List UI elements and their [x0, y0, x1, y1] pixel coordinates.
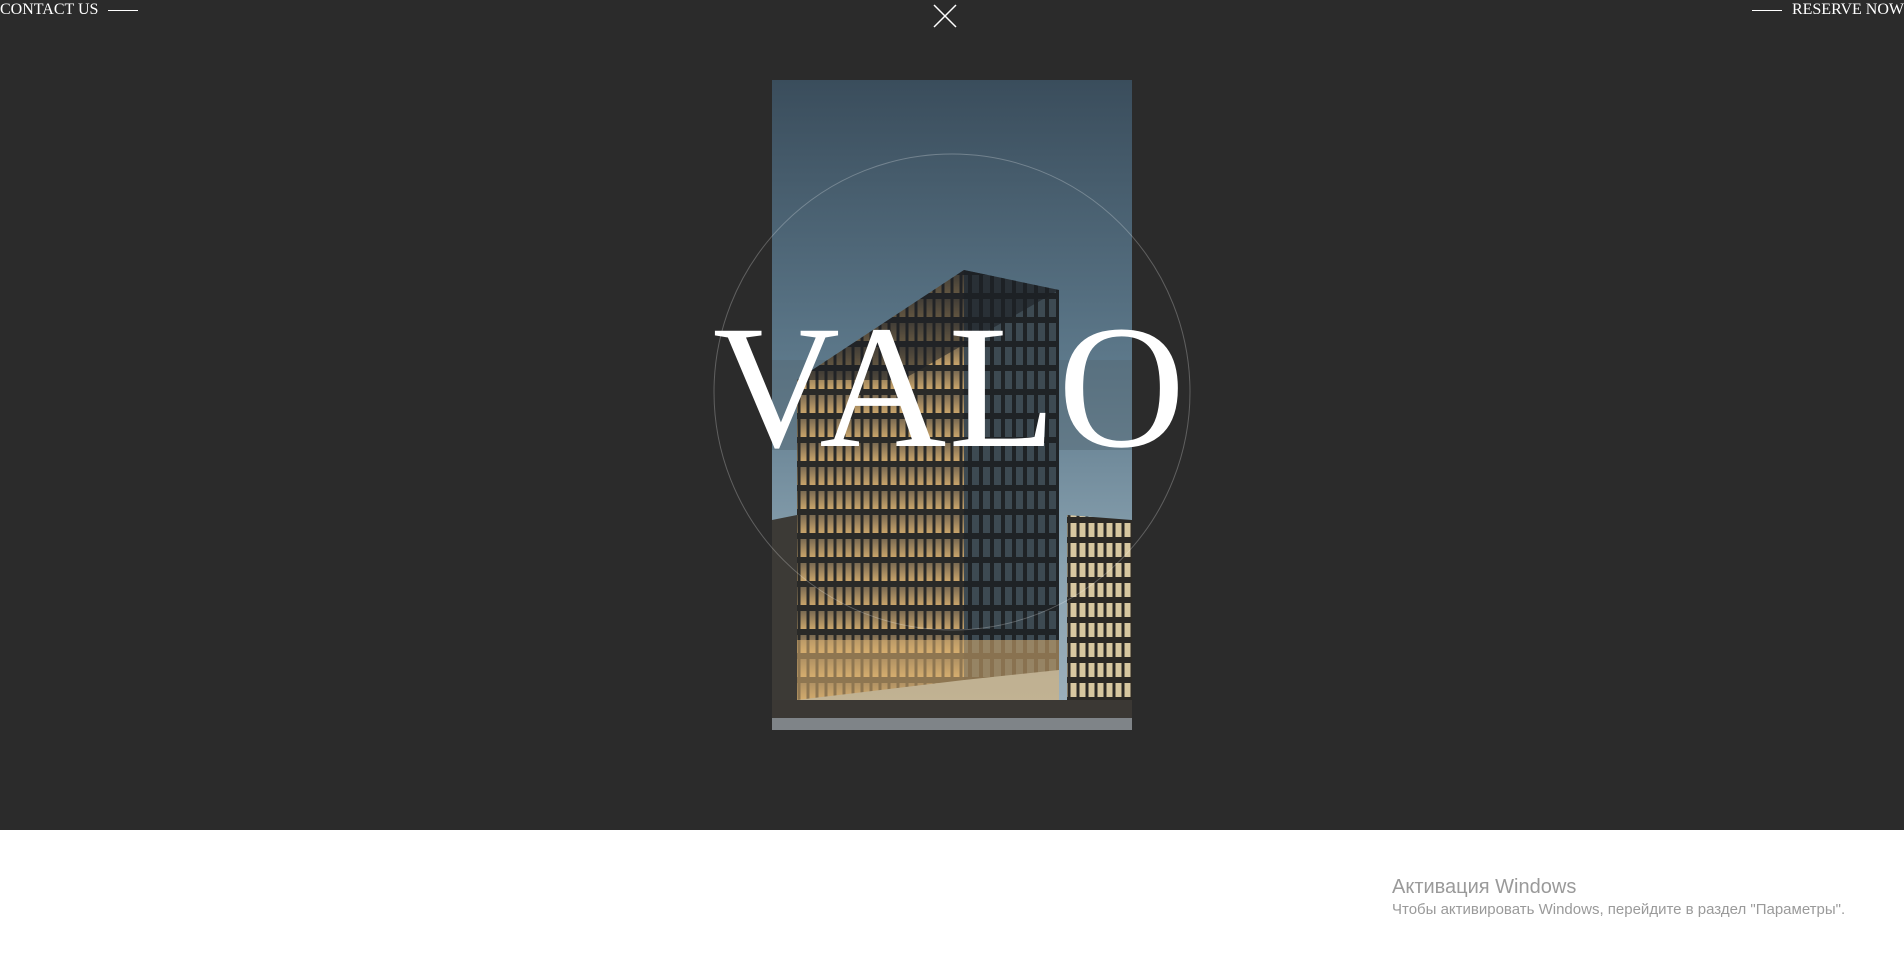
contact-us-link[interactable]: CONTACT US — [0, 0, 139, 20]
hero-section: CONTACT US RESERVE NOW VALO — [0, 0, 1904, 830]
page: CONTACT US RESERVE NOW VALO Активация Wi… — [0, 0, 1904, 969]
reserve-now-line — [1751, 9, 1782, 11]
building-photo — [772, 80, 1132, 730]
watermark-title: Активация Windows — [1392, 876, 1577, 898]
reserve-now-link[interactable]: RESERVE NOW — [1751, 0, 1904, 20]
contact-us-label: CONTACT US — [0, 1, 99, 18]
contact-us-line — [108, 9, 139, 11]
watermark-text: Чтобы активировать Windows, перейдите в … — [1392, 901, 1846, 918]
windows-activation-watermark: Активация Windows Чтобы активировать Win… — [1392, 874, 1845, 920]
building-illustration — [772, 80, 1132, 730]
close-icon — [933, 4, 957, 28]
reserve-now-label: RESERVE NOW — [1791, 1, 1904, 18]
close-button[interactable] — [932, 3, 958, 29]
